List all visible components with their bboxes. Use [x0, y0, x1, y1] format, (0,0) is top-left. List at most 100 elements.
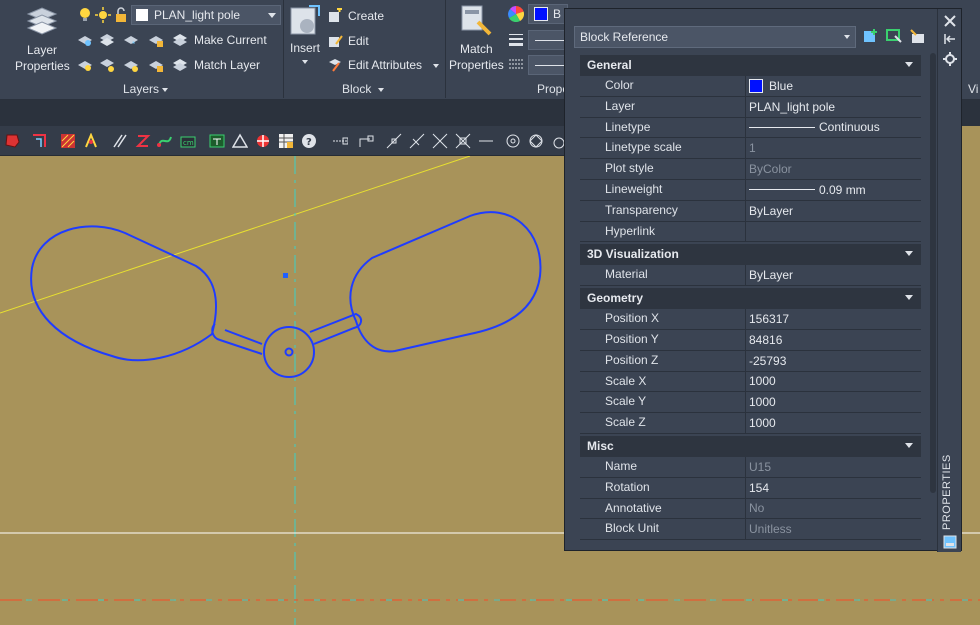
hatch-icon[interactable]	[60, 133, 76, 149]
create-block-icon[interactable]	[327, 8, 343, 24]
section-header[interactable]: Geometry	[580, 288, 921, 310]
property-value[interactable]: ByColor	[745, 159, 921, 179]
view-panel-title[interactable]: Vi	[968, 82, 978, 96]
linetype-icon[interactable]	[508, 56, 524, 72]
property-value[interactable]: 1	[745, 138, 921, 159]
layer-lock-icon[interactable]	[148, 32, 164, 48]
layer-on-icon[interactable]	[99, 57, 115, 73]
property-row[interactable]: Block Unit Unitless	[580, 519, 921, 541]
palette-bottom-icon[interactable]	[942, 534, 958, 550]
spline-icon[interactable]	[157, 133, 173, 149]
property-value[interactable]: PLAN_light pole	[745, 96, 921, 117]
lineweight-dropdown[interactable]	[528, 30, 568, 50]
property-value[interactable]: 1000	[745, 371, 921, 392]
layer-properties-button[interactable]: Layer Properties	[12, 4, 72, 76]
match-properties-button[interactable]: Match Properties	[449, 4, 505, 74]
bulb-icon[interactable]	[77, 7, 93, 23]
table-icon[interactable]	[278, 133, 294, 149]
snap-extension-icon[interactable]	[478, 133, 494, 149]
edit-block-button[interactable]: Edit	[348, 34, 369, 48]
property-value[interactable]: 156317	[745, 309, 921, 329]
edit-attributes-button[interactable]: Edit Attributes	[348, 58, 422, 72]
layer-thaw-icon[interactable]	[123, 57, 139, 73]
layers-panel-title[interactable]: Layers	[123, 82, 159, 96]
property-row[interactable]: Scale Z 1000	[580, 413, 921, 434]
property-value[interactable]: -25793	[745, 350, 921, 371]
property-value[interactable]: 1000	[745, 413, 921, 433]
layer-unlock-icon[interactable]	[148, 57, 164, 73]
snap-perpendicular-icon[interactable]	[409, 133, 425, 149]
property-row[interactable]: Layer PLAN_light pole	[580, 96, 921, 118]
snap-endpoint-icon[interactable]	[332, 133, 348, 149]
layer-isolate-icon[interactable]	[77, 32, 93, 48]
text-frame-icon[interactable]	[209, 133, 225, 149]
property-row[interactable]: Scale Y 1000	[580, 392, 921, 414]
layer-unisolate-icon[interactable]	[77, 57, 93, 73]
select-objects-icon[interactable]	[886, 28, 902, 44]
object-type-dropdown[interactable]: Block Reference	[574, 26, 856, 48]
palette-scrollbar[interactable]	[930, 53, 936, 493]
property-value[interactable]: 0.09 mm	[745, 179, 921, 200]
snap-center-icon[interactable]	[505, 133, 521, 149]
snap-midpoint-icon[interactable]	[358, 133, 374, 149]
match-layer-icon[interactable]	[172, 57, 188, 73]
property-value[interactable]: Continuous	[745, 117, 921, 138]
section-header[interactable]: General	[580, 55, 921, 76]
snap-quadrant-icon[interactable]	[528, 133, 544, 149]
edit-block-icon[interactable]	[327, 33, 343, 49]
snap-apparent-icon[interactable]	[455, 133, 471, 149]
help-icon[interactable]: ?	[301, 133, 317, 149]
property-row[interactable]: Annotative No	[580, 498, 921, 520]
make-current-button[interactable]: Make Current	[194, 33, 267, 47]
cm-tool-icon[interactable]: cm	[180, 133, 196, 149]
property-row[interactable]: Rotation 154	[580, 477, 921, 499]
insert-button[interactable]: Insert	[288, 4, 322, 70]
property-value[interactable]: No	[745, 498, 921, 519]
lineweight-icon[interactable]	[508, 31, 524, 47]
snap-line-icon[interactable]	[386, 133, 402, 149]
triangle-icon[interactable]	[232, 133, 248, 149]
property-row[interactable]: Position Y 84816	[580, 329, 921, 351]
snap-intersection-icon[interactable]	[432, 133, 448, 149]
property-row[interactable]: Linetype scale 1	[580, 138, 921, 160]
make-current-icon[interactable]	[172, 32, 188, 48]
property-row[interactable]: Color Blue	[580, 76, 921, 97]
property-row[interactable]: Scale X 1000	[580, 371, 921, 393]
property-row[interactable]: Material ByLayer	[580, 265, 921, 287]
block-panel-title[interactable]: Block	[342, 82, 371, 96]
unlock-icon[interactable]	[113, 7, 129, 23]
grip-point[interactable]	[283, 273, 288, 278]
layer-dropdown[interactable]: PLAN_light pole	[131, 5, 281, 25]
section-header[interactable]: Misc	[580, 435, 921, 457]
layer-off-icon[interactable]	[99, 32, 115, 48]
auto-hide-icon[interactable]	[942, 31, 958, 47]
quick-select-icon[interactable]	[909, 28, 925, 44]
property-value[interactable]: Unitless	[745, 519, 921, 540]
create-block-button[interactable]: Create	[348, 9, 384, 23]
property-value[interactable]: 1000	[745, 392, 921, 413]
property-value[interactable]: U15	[745, 456, 921, 477]
gradient-icon[interactable]	[83, 133, 99, 149]
property-row[interactable]: Position Z -25793	[580, 350, 921, 372]
property-row[interactable]: Lineweight 0.09 mm	[580, 179, 921, 201]
property-row[interactable]: Position X 156317	[580, 309, 921, 330]
polygon-icon[interactable]	[4, 133, 20, 149]
property-value[interactable]	[745, 221, 921, 242]
property-row[interactable]: Hyperlink	[580, 221, 921, 243]
property-value[interactable]: ByLayer	[745, 200, 921, 221]
edit-attributes-icon[interactable]	[327, 57, 343, 73]
property-row[interactable]: Name U15	[580, 456, 921, 478]
sun-icon[interactable]	[95, 7, 111, 23]
move-icon[interactable]	[255, 133, 271, 149]
match-layer-button[interactable]: Match Layer	[194, 58, 260, 72]
property-value[interactable]: Blue	[745, 76, 921, 96]
property-value[interactable]: 84816	[745, 329, 921, 350]
layer-freeze-icon[interactable]: *	[123, 32, 139, 48]
linetype-dropdown[interactable]	[528, 55, 568, 75]
property-row[interactable]: Transparency ByLayer	[580, 200, 921, 222]
parallel-icon[interactable]	[112, 133, 128, 149]
color-dropdown[interactable]: B	[528, 4, 568, 24]
color-wheel-icon[interactable]	[508, 6, 524, 22]
property-row[interactable]: Linetype Continuous	[580, 117, 921, 139]
close-icon[interactable]	[942, 13, 958, 29]
